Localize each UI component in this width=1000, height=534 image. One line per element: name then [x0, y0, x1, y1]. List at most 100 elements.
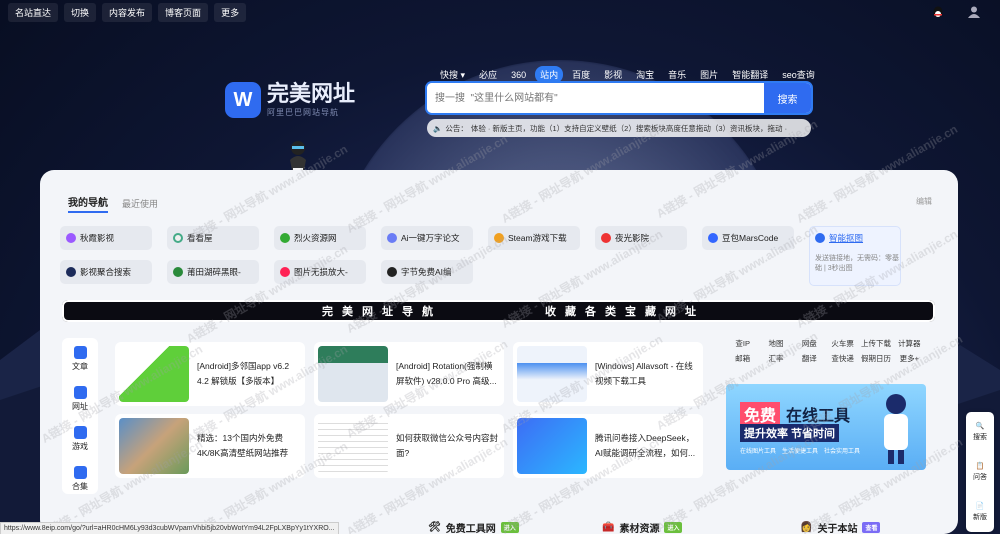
top-nav: 名站直达 切换 内容发布 博客页面 更多 — [0, 0, 1000, 24]
logo-mark-icon: W — [225, 82, 261, 118]
free-tools-section[interactable]: 🛠 免费工具网 进入 — [428, 520, 519, 534]
nav-card[interactable]: Ai一键万字论文 — [381, 226, 473, 250]
tool-links: 查IP 地图 网盘 火车票 上传下载 计算器 邮箱 汇率 翻译 查快递 假期日历… — [726, 338, 926, 364]
nav-blog[interactable]: 博客页面 — [158, 2, 209, 22]
ai-paper-icon — [387, 233, 397, 243]
post-card[interactable]: [Android]多邻国app v6.2 4.2 解锁版【多版本】 — [115, 342, 305, 406]
tool-link-holiday[interactable]: 假期日历 — [859, 353, 892, 364]
tool-link-train[interactable]: 火车票 — [826, 338, 859, 349]
nav-publish[interactable]: 内容发布 — [102, 2, 153, 22]
card-tip: 发送链接地，无需码：零基础 | 3秒出图 — [815, 255, 899, 272]
notice-text[interactable]: 体验 · 新版主页，功能（1）支持自定义壁纸（2）搜索板块高度任意拖动（3）资讯… — [471, 123, 787, 134]
search-box: 搜索 — [427, 83, 811, 113]
resources-section[interactable]: 🧰 素材资源 进入 — [602, 520, 683, 534]
post-thumb — [517, 346, 587, 402]
tool-link-translate[interactable]: 翻译 — [793, 353, 826, 364]
sites-icon — [73, 386, 87, 399]
tool-link-mail[interactable]: 邮箱 — [726, 353, 759, 364]
engine-video[interactable]: 影视 — [599, 66, 627, 83]
logo-title: 完美网址 — [267, 80, 356, 106]
qq-icon[interactable] — [931, 5, 945, 19]
sidebar-item-sites[interactable]: 网址 — [62, 386, 98, 412]
engine-taobao[interactable]: 淘宝 — [631, 66, 659, 83]
liehuo-icon — [280, 233, 290, 243]
post-thumb — [119, 418, 189, 474]
nav-card[interactable]: 图片无损放大- — [274, 260, 366, 284]
nav-card[interactable]: 秋霞影视 — [60, 226, 152, 250]
sidebar-item-games[interactable]: 游戏 — [62, 426, 98, 452]
post-card[interactable]: [Windows] Allavsoft - 在线视频下载工具 — [513, 342, 703, 406]
nav-card[interactable]: Steam游戏下载 — [488, 226, 580, 250]
post-card[interactable]: 精选：13个国内外免费4K/8K高清壁纸网站推荐 — [115, 414, 305, 478]
post-card[interactable]: 腾讯问卷接入DeepSeek，AI赋能调研全流程，如何... — [513, 414, 703, 478]
nav-card[interactable]: 烈火资源网 — [274, 226, 366, 250]
nav-card[interactable]: 影视聚合搜索 — [60, 260, 152, 284]
search-button[interactable]: 搜索 — [764, 83, 811, 113]
sidebar-item-collections[interactable]: 合集 — [62, 466, 98, 492]
category-sidebar: 文章 网址 游戏 合集 — [62, 338, 98, 494]
free-tools-promo[interactable]: 免费 在线工具 提升效率 节省时间 在线图片工具 生活便捷工具 社会实用工具 — [726, 384, 926, 470]
float-qa[interactable]: 📋 问答 — [966, 452, 994, 492]
articles-icon — [73, 346, 87, 359]
post-card[interactable]: 如何获取微信公众号内容封面? — [314, 414, 504, 478]
float-new[interactable]: 📄 新版 — [966, 492, 994, 532]
post-card[interactable]: [Android] Rotation(强制横屏软件) v28.0.0 Pro 高… — [314, 342, 504, 406]
nav-card[interactable]: 豆包MarsCode — [702, 226, 794, 250]
engine-image[interactable]: 图片 — [695, 66, 723, 83]
about-section[interactable]: 👩 关于本站 查看 — [800, 520, 881, 534]
view-badge: 查看 — [862, 522, 881, 533]
banner-left-text: 完美网址导航 — [322, 306, 442, 318]
nav-card[interactable]: 字节免费AI编 — [381, 260, 473, 284]
resources-icon: 🧰 — [602, 522, 615, 533]
site-logo[interactable]: W 完美网址 阿里巴巴网站导航 — [225, 82, 355, 118]
tab-my-nav[interactable]: 我的导航 — [68, 194, 108, 213]
nav-mingzhan[interactable]: 名站直达 — [8, 2, 59, 22]
engine-bing[interactable]: 必应 — [474, 66, 502, 83]
bytedance-ai-icon — [387, 267, 397, 277]
float-search[interactable]: 🔍 搜索 — [966, 412, 994, 452]
tool-link-ip[interactable]: 查IP — [726, 338, 759, 349]
nav-switch[interactable]: 切换 — [64, 2, 97, 22]
putian-icon — [173, 267, 183, 277]
engine-site[interactable]: 站内 — [535, 66, 564, 83]
nav-card[interactable]: 莆田湖碎黑眼- — [167, 260, 259, 284]
tool-link-map[interactable]: 地图 — [759, 338, 792, 349]
promo-banner[interactable]: 完美网址导航 收藏各类宝藏网址 — [62, 300, 935, 322]
about-icon: 👩 — [800, 522, 813, 533]
engine-seo[interactable]: seo查询 — [777, 66, 820, 83]
floating-toolbar: 🔍 搜索 📋 问答 📄 新版 — [966, 412, 994, 532]
main-panel: 我的导航 最近使用 编辑 秋霞影视 看看屋 烈火资源网 Ai一键万字论文 Ste… — [40, 170, 958, 534]
tool-link-express[interactable]: 查快递 — [826, 353, 859, 364]
nav-more[interactable]: 更多 — [214, 2, 247, 22]
notice-label: 公告： — [445, 123, 468, 133]
status-bar-url: https://www.8eip.com/go/?url=aHR0cHM6Ly9… — [0, 522, 339, 534]
engine-music[interactable]: 音乐 — [663, 66, 691, 83]
engine-baidu[interactable]: 百度 — [567, 66, 595, 83]
steam-icon — [494, 233, 504, 243]
games-icon — [73, 426, 87, 439]
nav-card-selected[interactable]: 智能抠图 发送链接地，无需码：零基础 | 3秒出图 — [809, 226, 901, 286]
tool-link-more[interactable]: 更多+ — [893, 353, 926, 364]
engine-kuaisou[interactable]: 快搜 ▾ — [435, 66, 470, 83]
logo-subtitle: 阿里巴巴网站导航 — [267, 107, 339, 117]
speaker-icon: 🔈 — [433, 123, 443, 133]
collections-icon — [73, 466, 87, 479]
banner-right-text: 收藏各类宝藏网址 — [545, 306, 705, 318]
video-search-icon — [66, 267, 76, 277]
engine-translate[interactable]: 智能翻译 — [727, 66, 773, 83]
search-input[interactable] — [427, 83, 764, 113]
marscode-icon — [708, 233, 718, 243]
tool-link-rate[interactable]: 汇率 — [759, 353, 792, 364]
tool-link-calc[interactable]: 计算器 — [893, 338, 926, 349]
tool-link-pan[interactable]: 网盘 — [793, 338, 826, 349]
tab-recent[interactable]: 最近使用 — [122, 197, 158, 210]
nav-card[interactable]: 看看屋 — [167, 226, 259, 250]
new-version-icon: 📄 — [975, 503, 985, 510]
engine-360[interactable]: 360 — [506, 68, 531, 82]
tool-link-upload[interactable]: 上传下载 — [859, 338, 892, 349]
enter-badge: 进入 — [664, 522, 683, 533]
sidebar-item-articles[interactable]: 文章 — [62, 346, 98, 372]
edit-link[interactable]: 编辑 — [916, 196, 932, 207]
user-icon[interactable] — [967, 5, 981, 19]
nav-card[interactable]: 夜光影院 — [595, 226, 687, 250]
